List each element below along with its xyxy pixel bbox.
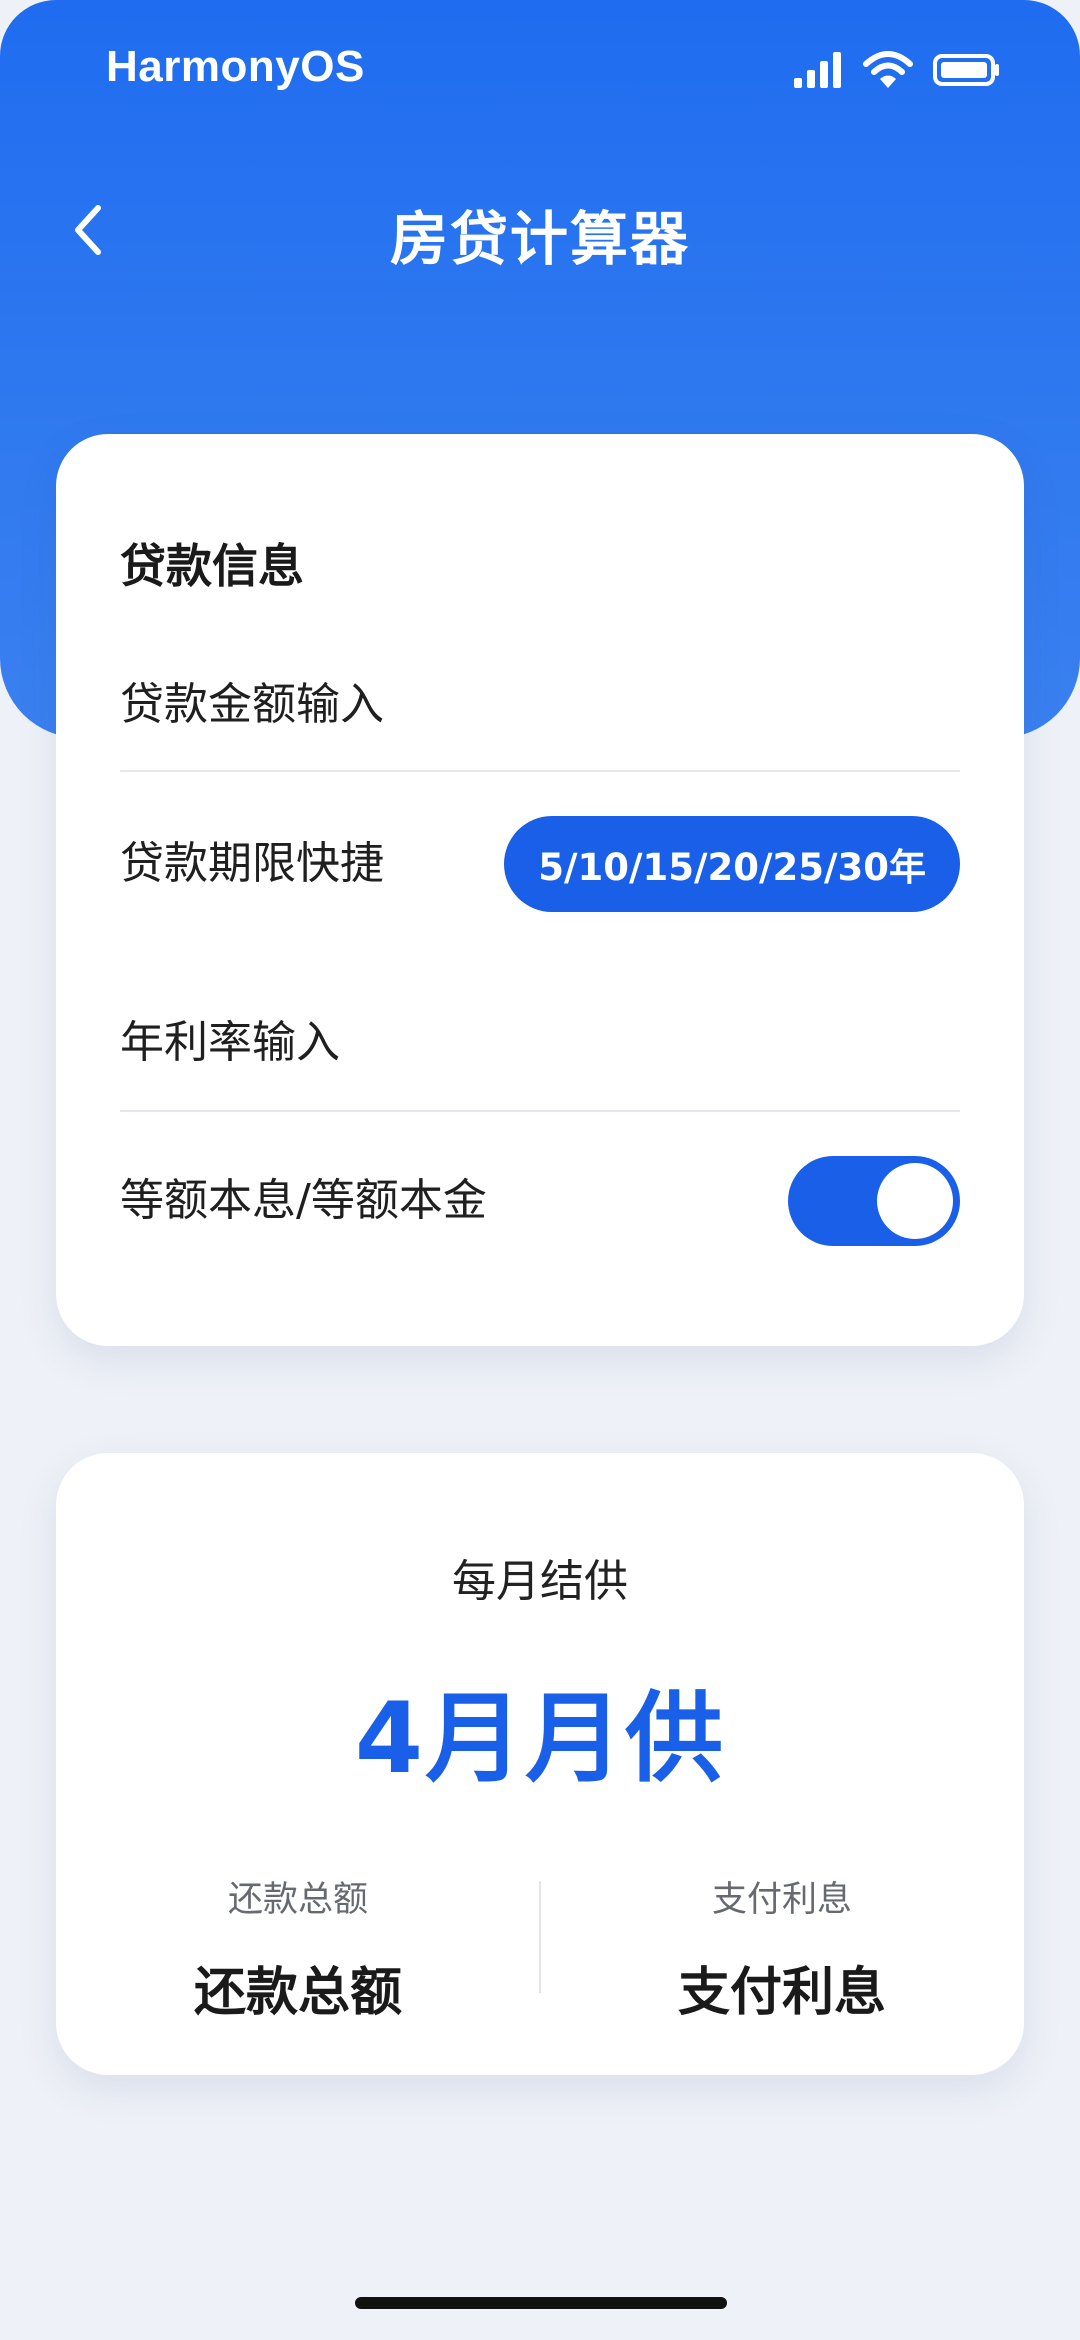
annual-rate-field[interactable]: 年利率输入 [120, 1006, 960, 1106]
toggle-knob [877, 1163, 953, 1239]
top-nav: 房贷计算器 [0, 170, 1080, 290]
divider [120, 770, 960, 772]
interest-paid-stat: 支付利息 支付利息 [540, 1871, 1024, 2025]
total-repayment-stat: 还款总额 还款总额 [56, 1871, 540, 2025]
loan-info-card: 贷款信息 贷款金额输入 贷款期限快捷 5/10/15/20/25/30年 年利率… [56, 434, 1024, 1346]
term-options-button[interactable]: 5/10/15/20/25/30年 [504, 816, 960, 912]
brand-logo: HarmonyOS [106, 42, 365, 91]
signal-icon [794, 52, 841, 88]
battery-icon [933, 54, 999, 86]
divider [120, 1110, 960, 1112]
status-bar: HarmonyOS [0, 0, 1080, 140]
annual-rate-label: 年利率输入 [120, 1017, 340, 1068]
monthly-payment-value: 4月月供 [354, 1682, 726, 1796]
loan-amount-field[interactable]: 贷款金额输入 [120, 668, 960, 768]
loan-amount-label: 贷款金额输入 [120, 679, 384, 730]
monthly-payment-label: 每月结供 [452, 1556, 628, 1607]
loan-term-row: 贷款期限快捷 5/10/15/20/25/30年 [120, 816, 960, 912]
repayment-method-toggle[interactable] [788, 1156, 960, 1246]
total-repayment-caption: 还款总额 [227, 1880, 368, 1920]
section-title: 贷款信息 [120, 539, 304, 593]
repayment-method-row: 等额本息/等额本金 [120, 1156, 960, 1246]
interest-paid-value: 支付利息 [677, 1963, 886, 2023]
wifi-icon [863, 51, 913, 88]
home-indicator[interactable] [355, 2297, 727, 2309]
page-title: 房贷计算器 [389, 205, 690, 273]
interest-paid-caption: 支付利息 [711, 1880, 852, 1920]
status-icons [792, 50, 1000, 90]
total-repayment-value: 还款总额 [193, 1963, 402, 2023]
result-card: 每月结供 4月月供 还款总额 还款总额 支付利息 支付利息 [56, 1453, 1024, 2075]
